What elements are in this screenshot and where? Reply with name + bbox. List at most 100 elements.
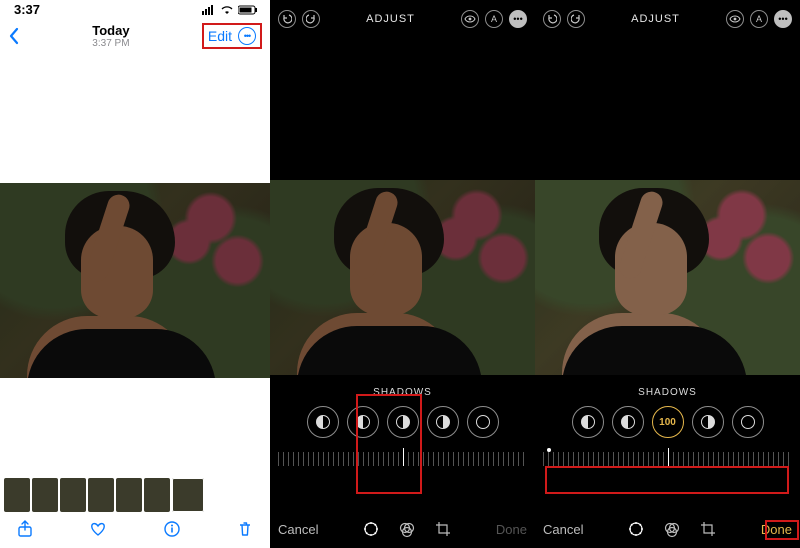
adjustment-row	[270, 406, 535, 438]
photos-viewer-screen: 3:37 Today 3:37 PM Edit •••	[0, 0, 270, 548]
edit-screen-shadows-100: ADJUST A ••• SHADOWS 100 Ca	[535, 0, 800, 548]
highlights-button[interactable]	[612, 406, 644, 438]
shadows-icon	[396, 415, 410, 429]
more-edit-button[interactable]: •••	[509, 10, 527, 28]
trash-icon	[236, 520, 254, 538]
chevron-left-icon	[8, 27, 20, 45]
shadows-button[interactable]	[387, 406, 419, 438]
ellipsis-icon: •••	[513, 14, 522, 24]
contrast-button[interactable]	[427, 406, 459, 438]
share-icon	[16, 520, 34, 538]
thumbnail-strip[interactable]	[0, 478, 270, 512]
filters-tab[interactable]	[398, 520, 416, 538]
cancel-button[interactable]: Cancel	[543, 522, 583, 537]
edit-toolbar: Cancel Done	[535, 512, 800, 548]
shadows-button-selected[interactable]: 100	[652, 406, 684, 438]
thumbnail[interactable]	[116, 478, 142, 512]
section-label: SHADOWS	[270, 387, 535, 398]
undo-button[interactable]	[278, 10, 296, 28]
auto-icon: A	[491, 14, 497, 24]
status-bar: 3:37	[0, 0, 270, 17]
adjust-label: ADJUST	[631, 13, 680, 25]
highlights-icon	[621, 415, 635, 429]
brightness-button[interactable]	[732, 406, 764, 438]
status-icons	[202, 5, 258, 15]
signal-icon	[202, 5, 216, 15]
done-button-disabled: Done	[496, 522, 527, 537]
exposure-button[interactable]	[307, 406, 339, 438]
eye-icon	[464, 15, 476, 23]
adjustment-row: 100	[535, 406, 800, 438]
edit-photo-preview[interactable]	[535, 180, 800, 375]
done-button[interactable]: Done	[761, 522, 792, 537]
brightness-icon	[741, 415, 755, 429]
annotation-slider-highlight	[545, 466, 789, 494]
thumbnail[interactable]	[144, 478, 170, 512]
redo-button[interactable]	[302, 10, 320, 28]
crop-icon	[699, 520, 717, 538]
info-icon	[163, 520, 181, 538]
thumbnail[interactable]	[60, 478, 86, 512]
preview-button[interactable]	[461, 10, 479, 28]
auto-button[interactable]: A	[750, 10, 768, 28]
adjust-icon	[362, 520, 380, 538]
redo-icon	[571, 14, 581, 24]
adjust-tab[interactable]	[362, 520, 380, 538]
crop-tab[interactable]	[434, 520, 452, 538]
adjustment-slider[interactable]	[278, 448, 527, 470]
section-label: SHADOWS	[535, 387, 800, 398]
undo-icon	[547, 14, 557, 24]
preview-button[interactable]	[726, 10, 744, 28]
info-button[interactable]	[163, 520, 181, 538]
battery-icon	[238, 5, 258, 15]
main-photo[interactable]	[0, 183, 270, 378]
more-button[interactable]: •••	[238, 27, 256, 45]
photos-header: Today 3:37 PM Edit •••	[0, 17, 270, 53]
header-title: Today	[92, 23, 129, 38]
cancel-button[interactable]: Cancel	[278, 522, 318, 537]
contrast-icon	[436, 415, 450, 429]
edit-group-highlight: Edit •••	[202, 23, 262, 49]
auto-button[interactable]: A	[485, 10, 503, 28]
edit-top-bar: ADJUST A •••	[535, 0, 800, 34]
adjustment-slider[interactable]	[543, 448, 792, 470]
crop-tab[interactable]	[699, 520, 717, 538]
edit-toolbar: Cancel Done	[270, 512, 535, 548]
contrast-icon	[701, 415, 715, 429]
edit-photo-preview[interactable]	[270, 180, 535, 375]
eye-icon	[729, 15, 741, 23]
share-button[interactable]	[16, 520, 34, 538]
adjust-icon	[627, 520, 645, 538]
thumbnail[interactable]	[32, 478, 58, 512]
thumbnail[interactable]	[88, 478, 114, 512]
edit-button[interactable]: Edit	[208, 28, 232, 44]
delete-button[interactable]	[236, 520, 254, 538]
more-edit-button[interactable]: •••	[774, 10, 792, 28]
auto-icon: A	[756, 14, 762, 24]
wifi-icon	[220, 5, 234, 15]
filters-tab[interactable]	[663, 520, 681, 538]
brightness-button[interactable]	[467, 406, 499, 438]
thumbnail-selected[interactable]	[172, 478, 204, 512]
ellipsis-icon: •••	[244, 31, 250, 41]
heart-icon	[89, 520, 107, 538]
highlights-icon	[356, 415, 370, 429]
edit-screen-shadows-select: ADJUST A ••• SHADOWS Cancel	[270, 0, 535, 548]
crop-icon	[434, 520, 452, 538]
exposure-icon	[581, 415, 595, 429]
redo-icon	[306, 14, 316, 24]
status-time: 3:37	[14, 2, 40, 17]
redo-button[interactable]	[567, 10, 585, 28]
thumbnail[interactable]	[4, 478, 30, 512]
exposure-button[interactable]	[572, 406, 604, 438]
adjust-tab[interactable]	[627, 520, 645, 538]
highlights-button[interactable]	[347, 406, 379, 438]
exposure-icon	[316, 415, 330, 429]
contrast-button[interactable]	[692, 406, 724, 438]
adjust-label: ADJUST	[366, 13, 415, 25]
back-button[interactable]	[8, 27, 20, 45]
filters-icon	[398, 520, 416, 538]
favorite-button[interactable]	[89, 520, 107, 538]
ellipsis-icon: •••	[778, 14, 787, 24]
undo-button[interactable]	[543, 10, 561, 28]
